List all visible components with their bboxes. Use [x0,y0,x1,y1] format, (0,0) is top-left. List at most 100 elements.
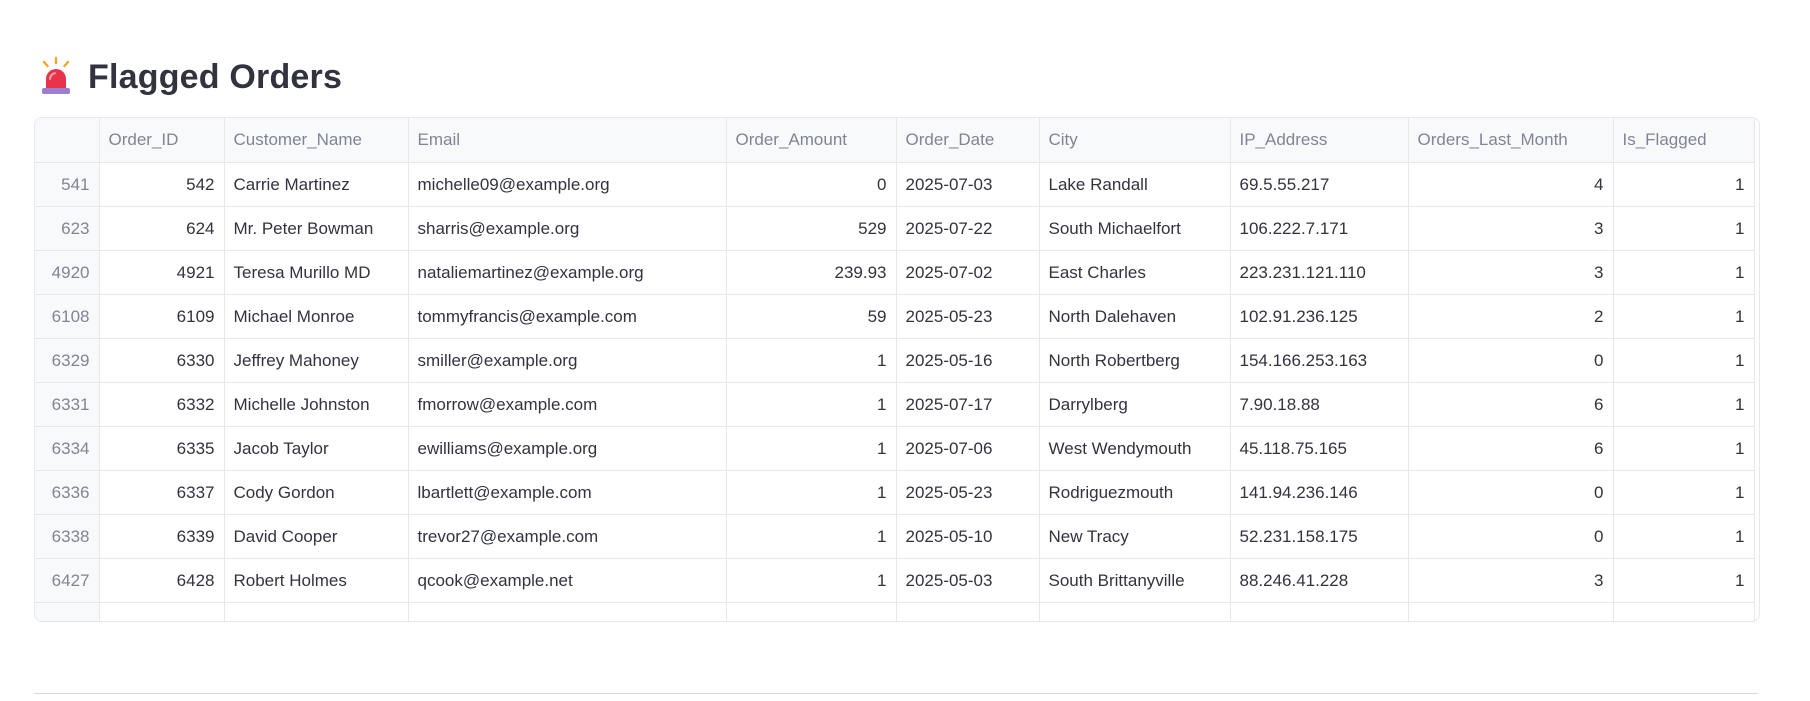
orders-last-month-cell[interactable]: 6 [1408,426,1614,471]
orders-last-month-cell[interactable]: 6 [1408,382,1614,427]
customer-name-cell[interactable]: Mr. Peter Bowman [224,206,409,251]
ip-address-cell[interactable]: 88.246.41.228 [1230,558,1409,603]
email-cell[interactable]: sharris@example.org [408,206,727,251]
order-amount-cell[interactable]: 1 [726,426,897,471]
table-row[interactable]: 6331 6332 Michelle Johnston fmorrow@example… [35,382,1755,427]
ip-address-cell[interactable]: 106.222.7.171 [1230,206,1409,251]
order-id-cell[interactable]: 624 [99,206,225,251]
is-flagged-cell[interactable]: 1 [1613,206,1755,251]
order-amount-cell[interactable]: 239.93 [726,250,897,295]
email-cell[interactable]: lbartlett@example.com [408,470,727,515]
column-header-index[interactable] [35,118,100,163]
orders-last-month-cell[interactable]: 0 [1408,338,1614,383]
orders-last-month-cell[interactable]: 0 [1408,470,1614,515]
order-amount-cell[interactable]: 1 [726,382,897,427]
city-cell[interactable]: North Dalehaven [1039,294,1231,339]
order-id-cell[interactable]: 6330 [99,338,225,383]
orders-last-month-cell[interactable]: 3 [1408,250,1614,295]
customer-name-cell[interactable]: Michael Monroe [224,294,409,339]
is-flagged-cell[interactable]: 1 [1613,470,1755,515]
order-date-cell[interactable]: 2025-05-10 [896,514,1040,559]
email-cell[interactable]: nataliemartinez@example.org [408,250,727,295]
city-cell[interactable]: New Tracy [1039,514,1231,559]
order-id-cell[interactable]: 4921 [99,250,225,295]
customer-name-cell[interactable]: Jacob Taylor [224,426,409,471]
ip-address-cell[interactable]: 7.90.18.88 [1230,382,1409,427]
column-header-email[interactable]: Email [408,118,727,163]
order-amount-cell[interactable]: 1 [726,514,897,559]
ip-address-cell[interactable]: 45.118.75.165 [1230,426,1409,471]
email-cell[interactable]: trevor27@example.com [408,514,727,559]
city-cell[interactable]: South Brittanyville [1039,558,1231,603]
order-date-cell[interactable]: 2025-05-23 [896,470,1040,515]
column-header-orders-last-month[interactable]: Orders_Last_Month [1408,118,1614,163]
order-id-cell[interactable]: 6109 [99,294,225,339]
customer-name-cell[interactable]: Cody Gordon [224,470,409,515]
email-cell[interactable]: fmorrow@example.com [408,382,727,427]
email-cell[interactable]: qcook@example.net [408,558,727,603]
city-cell[interactable]: Rodriguezmouth [1039,470,1231,515]
column-header-order-date[interactable]: Order_Date [896,118,1040,163]
order-amount-cell[interactable]: 1 [726,470,897,515]
table-row[interactable]: 623 624 Mr. Peter Bowman sharris@example.or… [35,206,1755,251]
table-row[interactable]: 6334 6335 Jacob Taylor ewilliams@example.or… [35,426,1755,471]
order-date-cell[interactable]: 2025-07-17 [896,382,1040,427]
table-row-partial[interactable] [35,602,1755,621]
is-flagged-cell[interactable]: 1 [1613,294,1755,339]
table-row[interactable]: 6338 6339 David Cooper trevor27@example.com… [35,514,1755,559]
ip-address-cell[interactable]: 102.91.236.125 [1230,294,1409,339]
email-cell[interactable]: tommyfrancis@example.com [408,294,727,339]
orders-last-month-cell[interactable]: 3 [1408,206,1614,251]
order-date-cell[interactable]: 2025-07-22 [896,206,1040,251]
email-cell[interactable]: michelle09@example.org [408,162,727,207]
email-cell[interactable]: smiller@example.org [408,338,727,383]
city-cell[interactable]: East Charles [1039,250,1231,295]
ip-address-cell[interactable]: 154.166.253.163 [1230,338,1409,383]
order-date-cell[interactable]: 2025-05-16 [896,338,1040,383]
customer-name-cell[interactable]: Robert Holmes [224,558,409,603]
order-date-cell[interactable]: 2025-07-02 [896,250,1040,295]
order-amount-cell[interactable]: 1 [726,558,897,603]
table-row[interactable]: 541 542 Carrie Martinez michelle09@example.… [35,162,1755,207]
order-id-cell[interactable]: 6339 [99,514,225,559]
is-flagged-cell[interactable]: 1 [1613,514,1755,559]
orders-last-month-cell[interactable]: 4 [1408,162,1614,207]
orders-last-month-cell[interactable]: 3 [1408,558,1614,603]
column-header-order-amount[interactable]: Order_Amount [726,118,897,163]
order-date-cell[interactable]: 2025-05-23 [896,294,1040,339]
city-cell[interactable]: Lake Randall [1039,162,1231,207]
ip-address-cell[interactable]: 52.231.158.175 [1230,514,1409,559]
column-header-order-id[interactable]: Order_ID [99,118,225,163]
customer-name-cell[interactable]: Jeffrey Mahoney [224,338,409,383]
ip-address-cell[interactable]: 141.94.236.146 [1230,470,1409,515]
column-header-customer-name[interactable]: Customer_Name [224,118,409,163]
city-cell[interactable]: Darrylberg [1039,382,1231,427]
ip-address-cell[interactable]: 69.5.55.217 [1230,162,1409,207]
order-amount-cell[interactable]: 59 [726,294,897,339]
order-id-cell[interactable]: 6332 [99,382,225,427]
order-id-cell[interactable]: 6335 [99,426,225,471]
table-row[interactable]: 6336 6337 Cody Gordon lbartlett@example.com… [35,470,1755,515]
customer-name-cell[interactable]: David Cooper [224,514,409,559]
table-row[interactable]: 6329 6330 Jeffrey Mahoney smiller@example.o… [35,338,1755,383]
table-row[interactable]: 6108 6109 Michael Monroe tommyfrancis@examp… [35,294,1755,339]
flagged-orders-table[interactable]: Order_ID Customer_Name Email Order_Amoun… [34,117,1760,622]
column-header-ip-address[interactable]: IP_Address [1230,118,1409,163]
orders-last-month-cell[interactable]: 2 [1408,294,1614,339]
is-flagged-cell[interactable]: 1 [1613,162,1755,207]
order-id-cell[interactable]: 6337 [99,470,225,515]
customer-name-cell[interactable]: Carrie Martinez [224,162,409,207]
customer-name-cell[interactable]: Michelle Johnston [224,382,409,427]
order-amount-cell[interactable]: 0 [726,162,897,207]
city-cell[interactable]: West Wendymouth [1039,426,1231,471]
is-flagged-cell[interactable]: 1 [1613,250,1755,295]
customer-name-cell[interactable]: Teresa Murillo MD [224,250,409,295]
order-date-cell[interactable]: 2025-05-03 [896,558,1040,603]
city-cell[interactable]: North Robertberg [1039,338,1231,383]
order-amount-cell[interactable]: 529 [726,206,897,251]
order-amount-cell[interactable]: 1 [726,338,897,383]
order-date-cell[interactable]: 2025-07-06 [896,426,1040,471]
order-id-cell[interactable]: 6428 [99,558,225,603]
table-row[interactable]: 4920 4921 Teresa Murillo MD nataliemartinez… [35,250,1755,295]
order-date-cell[interactable]: 2025-07-03 [896,162,1040,207]
